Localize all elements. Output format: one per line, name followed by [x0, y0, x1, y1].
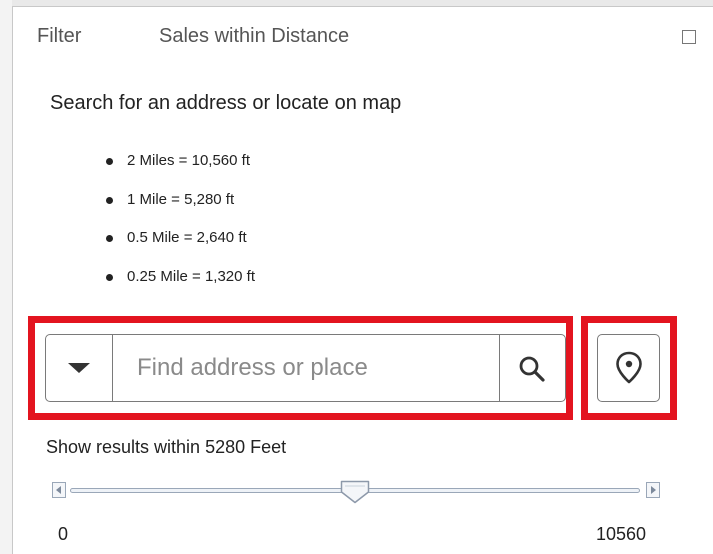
slider-max-label: 10560 [596, 524, 647, 544]
bullet-icon [106, 235, 113, 242]
location-pin-icon [616, 351, 642, 384]
locate-button[interactable] [597, 334, 660, 402]
list-item: 0.25 Mile = 1,320 ft [103, 268, 255, 307]
search-icon [519, 356, 545, 382]
tab-sales-within-distance[interactable]: Sales within Distance [159, 25, 349, 48]
list-item: 1 Mile = 5,280 ft [103, 191, 255, 230]
chevron-left-icon [56, 486, 61, 494]
results-distance-label: Show results within 5280 Feet [46, 437, 287, 457]
distance-label: 2 Miles = 10,560 ft [127, 152, 250, 169]
slider-thumb[interactable] [340, 480, 370, 504]
map-edge [0, 0, 12, 554]
distance-label: 1 Mile = 5,280 ft [127, 190, 235, 208]
distance-slider[interactable] [50, 479, 664, 505]
maximize-icon[interactable] [682, 30, 696, 44]
slider-decrease-button[interactable] [52, 482, 66, 498]
chevron-down-icon [68, 363, 90, 373]
panel-header: Filter Sales within Distance [13, 7, 713, 69]
chevron-right-icon [651, 486, 656, 494]
bullet-icon [106, 273, 113, 281]
search-button[interactable] [499, 335, 565, 401]
list-item: 0.5 Mile = 2,640 ft [103, 229, 255, 268]
search-widget [45, 334, 566, 402]
bullet-icon [106, 158, 113, 165]
bullet-icon [106, 196, 113, 204]
slider-min-label: 0 [58, 524, 69, 544]
tab-filter[interactable]: Filter [37, 25, 81, 48]
search-input[interactable] [113, 335, 499, 401]
distance-list: 2 Miles = 10,560 ft 1 Mile = 5,280 ft 0.… [103, 152, 255, 306]
instructions-text: Search for an address or locate on map [50, 92, 402, 114]
distance-label: 0.5 Mile = 2,640 ft [127, 229, 247, 246]
distance-label: 0.25 Mile = 1,320 ft [127, 267, 255, 285]
search-source-dropdown[interactable] [46, 335, 113, 401]
slider-increase-button[interactable] [646, 482, 660, 498]
list-item: 2 Miles = 10,560 ft [103, 152, 255, 191]
